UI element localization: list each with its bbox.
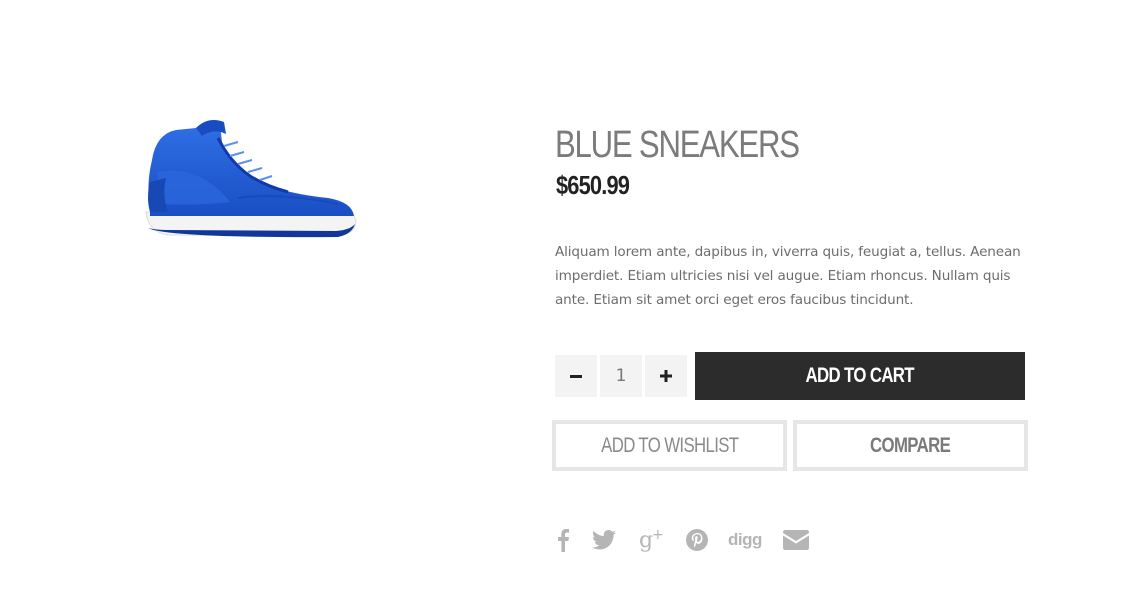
product-image (138, 112, 360, 247)
pinterest-share-link[interactable] (684, 526, 710, 554)
product-title: BLUE SNEAKERS (555, 124, 800, 166)
pinterest-icon (686, 529, 708, 551)
quantity-decrease-button[interactable] (555, 355, 597, 397)
svg-text:g: g (639, 528, 653, 553)
twitter-icon (592, 530, 616, 550)
digg-share-link[interactable]: digg (728, 526, 762, 554)
quantity-increase-button[interactable] (645, 355, 687, 397)
add-to-cart-button[interactable]: ADD TO CART (695, 352, 1025, 400)
quantity-input[interactable]: 1 (600, 355, 642, 397)
svg-text:+: + (652, 527, 664, 543)
compare-button[interactable]: COMPARE (793, 420, 1028, 471)
add-to-wishlist-button[interactable]: ADD TO WISHLIST (552, 420, 787, 471)
add-to-cart-label: ADD TO CART (805, 364, 915, 387)
email-share-link[interactable] (781, 526, 811, 554)
digg-icon: digg (728, 530, 762, 549)
email-icon (783, 530, 809, 550)
twitter-share-link[interactable] (591, 526, 617, 554)
facebook-share-link[interactable] (553, 526, 573, 554)
google-plus-icon: g + (639, 527, 664, 553)
add-to-wishlist-label: ADD TO WISHLIST (600, 433, 739, 457)
product-price: $650.99 (556, 170, 630, 200)
plus-icon (660, 370, 672, 382)
minus-icon (570, 375, 582, 378)
google-plus-share-link[interactable]: g + (637, 526, 665, 554)
compare-label: COMPARE (870, 433, 951, 457)
sneaker-image (145, 120, 357, 238)
facebook-icon (558, 529, 569, 552)
product-description: Aliquam lorem ante, dapibus in, viverra … (555, 244, 1021, 308)
